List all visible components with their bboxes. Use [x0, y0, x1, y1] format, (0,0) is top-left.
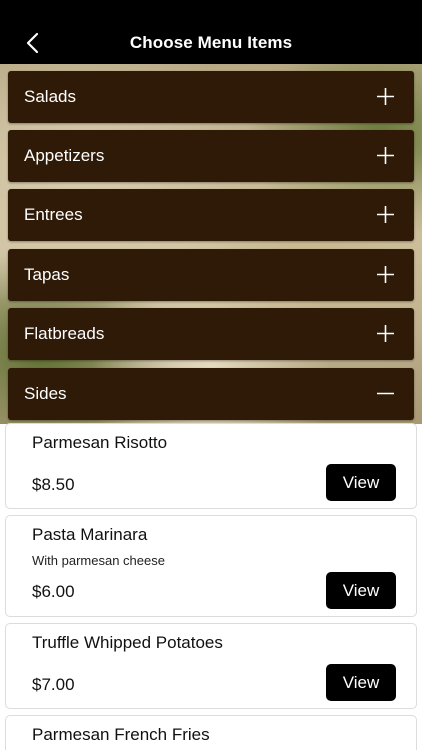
app-header: Choose Menu Items [0, 0, 422, 72]
page-title: Choose Menu Items [129, 33, 293, 52]
category-label: Sides [24, 384, 67, 403]
item-name: Parmesan French Fries [32, 725, 210, 744]
menu-item-card: Parmesan Risotto $8.50 View [5, 423, 417, 509]
item-price: $8.50 [32, 475, 75, 494]
plus-icon [377, 206, 394, 223]
category-label: Entrees [24, 205, 83, 224]
category-sides[interactable]: Sides [8, 368, 414, 420]
category-tapas[interactable]: Tapas [8, 249, 414, 301]
category-label: Appetizers [24, 146, 105, 165]
plus-icon [377, 147, 394, 164]
category-salads[interactable]: Salads [8, 71, 414, 123]
item-name: Parmesan Risotto [32, 433, 168, 452]
menu-item-card: Truffle Whipped Potatoes $7.00 View [5, 623, 417, 709]
category-label: Tapas [24, 265, 70, 284]
category-flatbreads[interactable]: Flatbreads [8, 308, 414, 360]
category-entrees[interactable]: Entrees [8, 189, 414, 241]
item-name: Truffle Whipped Potatoes [32, 633, 223, 652]
item-price: $6.00 [32, 582, 75, 601]
plus-icon [377, 266, 394, 283]
item-name: Pasta Marinara [32, 525, 148, 544]
menu-item-card: Parmesan French Fries [5, 715, 417, 750]
plus-icon [377, 88, 394, 105]
category-appetizers[interactable]: Appetizers [8, 130, 414, 182]
plus-icon [377, 325, 394, 342]
minus-icon [377, 392, 394, 395]
menu-item-card: Pasta Marinara With parmesan cheese $6.0… [5, 515, 417, 617]
item-description: With parmesan cheese [32, 553, 165, 568]
view-button[interactable]: View [326, 464, 396, 501]
category-label: Flatbreads [24, 324, 105, 343]
view-button[interactable]: View [326, 572, 396, 609]
item-price: $7.00 [32, 675, 75, 694]
category-label: Salads [24, 87, 76, 106]
view-button[interactable]: View [326, 664, 396, 701]
